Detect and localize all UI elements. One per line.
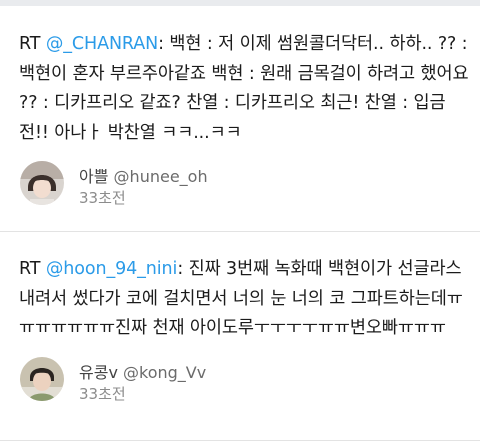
user-handle: @kong_Vv — [123, 362, 207, 382]
tweet-text: RT @hoon_94_nini: 진짜 3번째 녹화때 백현이가 선글라스 내… — [19, 255, 472, 344]
mention-link[interactable]: @_CHANRAN — [46, 34, 158, 54]
user-line[interactable]: 유콩v @kong_Vv — [79, 359, 206, 383]
display-name: 아쁠 — [79, 167, 109, 186]
tweet-item[interactable]: RT @_CHANRAN: 백현 : 저 이제 썸원콜더닥터.. 하하.. ??… — [0, 30, 480, 215]
avatar[interactable] — [20, 161, 64, 205]
retweet-prefix: RT — [19, 259, 46, 279]
top-separator — [0, 0, 480, 6]
user-handle: @hunee_oh — [113, 167, 208, 186]
tweet-divider — [0, 231, 480, 232]
display-name: 유콩v — [79, 362, 118, 382]
timestamp: 33초전 — [79, 384, 126, 403]
user-avatar-icon — [20, 161, 64, 205]
mention-link[interactable]: @hoon_94_nini — [46, 259, 178, 279]
tweet-item[interactable]: RT @hoon_94_nini: 진짜 3번째 녹화때 백현이가 선글라스 내… — [0, 255, 480, 411]
retweet-prefix: RT — [19, 34, 46, 54]
tweet-meta: 유콩v @kong_Vv 33초전 — [19, 356, 472, 411]
user-line[interactable]: 아쁠 @hunee_oh — [79, 163, 208, 187]
timestamp: 33초전 — [79, 189, 126, 207]
tweet-text: RT @_CHANRAN: 백현 : 저 이제 썸원콜더닥터.. 하하.. ??… — [19, 30, 472, 148]
tweet-meta: 아쁠 @hunee_oh 33초전 — [19, 161, 472, 215]
avatar[interactable] — [20, 356, 64, 401]
user-avatar-icon — [20, 356, 64, 401]
